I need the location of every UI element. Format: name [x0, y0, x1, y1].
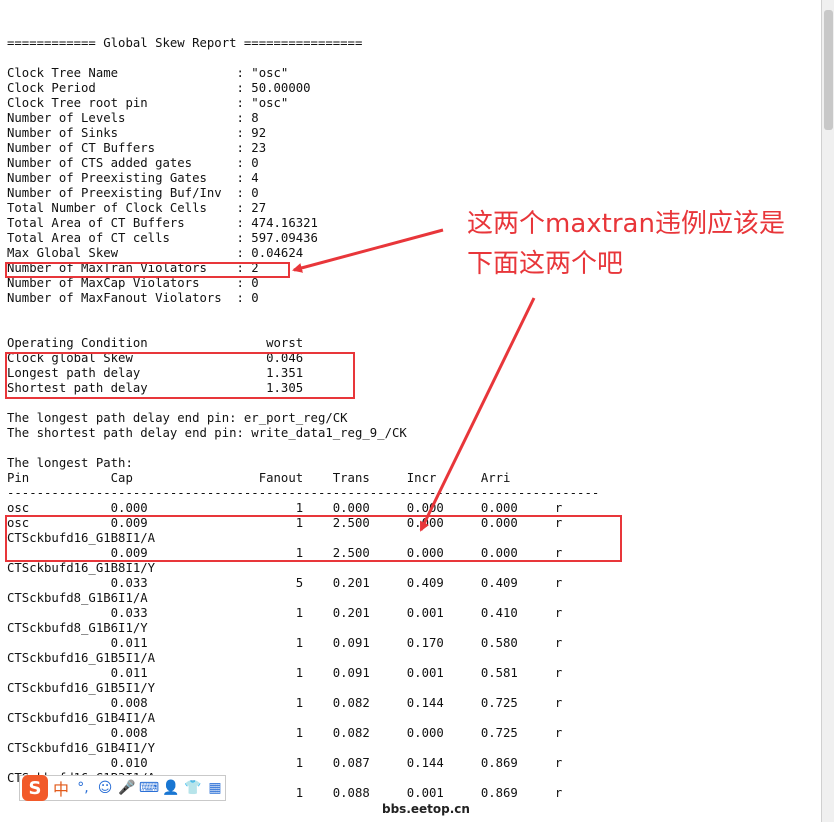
ime-toolbar[interactable]: S 中 °, ☺ 🎤 ⌨ 👤 👕 ▦ — [19, 775, 226, 801]
sogou-logo-icon[interactable]: S — [22, 775, 48, 801]
report-line: CTSckbufd16_G1B4I1/A — [7, 711, 156, 725]
report-line: CTSckbufd8_G1B6I1/A — [7, 591, 148, 605]
report-line: 0.011 1 0.091 0.001 0.581 r — [7, 666, 563, 680]
keyboard-icon[interactable]: ⌨ — [139, 779, 159, 797]
microphone-icon[interactable]: 🎤 — [118, 779, 136, 797]
report-line: 0.008 1 0.082 0.144 0.725 r — [7, 696, 563, 710]
toolbox-icon[interactable]: ▦ — [206, 779, 224, 797]
report-line: The longest Path: — [7, 456, 133, 470]
report-line: Number of CT Buffers : 23 — [7, 141, 267, 155]
scrollbar-thumb[interactable] — [824, 10, 833, 130]
report-line: Clock Tree root pin : "osc" — [7, 96, 289, 110]
report-line: 0.033 5 0.201 0.409 0.409 r — [7, 576, 563, 590]
emoji-icon[interactable]: ☺ — [96, 779, 114, 797]
report-line: CTSckbufd16_G1B4I1/Y — [7, 741, 156, 755]
report-line: Number of MaxFanout Violators : 0 — [7, 291, 259, 305]
report-line: Total Number of Clock Cells : 27 — [7, 201, 267, 215]
report-line: 0.033 1 0.201 0.001 0.410 r — [7, 606, 563, 620]
report-line: 0.008 1 0.082 0.000 0.725 r — [7, 726, 563, 740]
skin-icon[interactable]: 👕 — [184, 779, 202, 797]
skew-highlight-box — [5, 352, 355, 399]
report-line: ============ Global Skew Report ========… — [7, 36, 363, 50]
user-icon[interactable]: 👤 — [162, 779, 180, 797]
report-line: The shortest path delay end pin: write_d… — [7, 426, 407, 440]
report-line: Number of Levels : 8 — [7, 111, 259, 125]
report-line: Number of Sinks : 92 — [7, 126, 267, 140]
report-line: Operating Condition worst — [7, 336, 304, 350]
report-line: Number of Preexisting Buf/Inv : 0 — [7, 186, 259, 200]
maxtran-highlight-box — [5, 262, 290, 278]
report-line: Total Area of CT cells : 597.09436 — [7, 231, 318, 245]
punctuation-button[interactable]: °, — [74, 779, 92, 797]
annotation-line-2: 下面这两个吧 — [467, 249, 624, 279]
report-line: ----------------------------------------… — [7, 486, 600, 500]
watermark: bbs.eetop.cn — [382, 802, 470, 816]
report-line: Number of Preexisting Gates : 4 — [7, 171, 259, 185]
report-line: Pin Cap Fanout Trans Incr Arri — [7, 471, 511, 485]
report-line: Number of MaxCap Violators : 0 — [7, 276, 259, 290]
report-line: CTSckbufd16_G1B5I1/A — [7, 651, 156, 665]
report-viewport[interactable]: ****************************************… — [0, 0, 821, 822]
report-line: Total Area of CT Buffers : 474.16321 — [7, 216, 318, 230]
report-line: ****************************************… — [7, 0, 362, 6]
input-mode-button[interactable]: 中 — [52, 779, 70, 799]
report-line: The longest path delay end pin: er_port_… — [7, 411, 348, 425]
report-line: Max Global Skew : 0.04624 — [7, 246, 304, 260]
vertical-scrollbar[interactable] — [821, 0, 834, 822]
report-line: Clock Period : 50.00000 — [7, 81, 311, 95]
report-line: CTSckbufd16_G1B5I1/Y — [7, 681, 156, 695]
report-line: CTSckbufd16_G1B8I1/Y — [7, 561, 156, 575]
report-line: Clock Tree Name : "osc" — [7, 66, 289, 80]
annotation-line-1: 这两个maxtran违例应该是 — [467, 209, 785, 239]
path-highlight-box — [5, 515, 622, 562]
report-line: osc 0.000 1 0.000 0.000 0.000 r — [7, 501, 563, 515]
report-line: Number of CTS added gates : 0 — [7, 156, 259, 170]
report-line: 0.011 1 0.091 0.170 0.580 r — [7, 636, 563, 650]
report-line: 0.010 1 0.087 0.144 0.869 r — [7, 756, 563, 770]
report-line: CTSckbufd8_G1B6I1/Y — [7, 621, 148, 635]
